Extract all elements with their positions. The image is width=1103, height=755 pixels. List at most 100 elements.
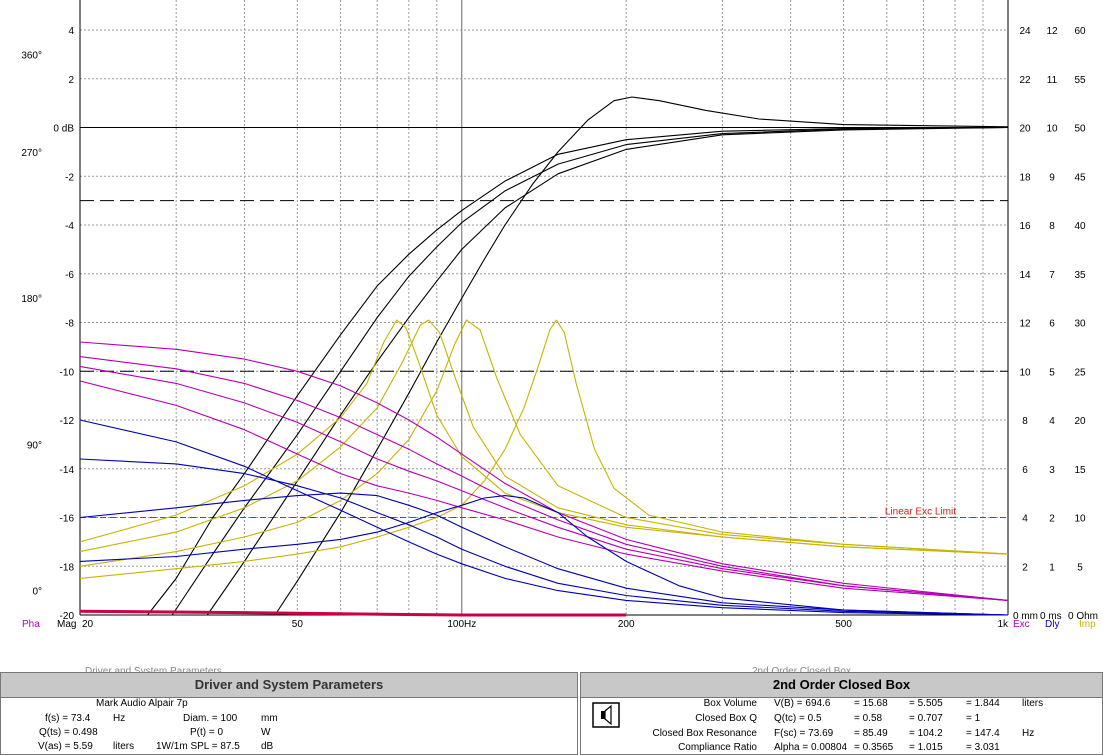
phase-tick-label: 270°: [21, 148, 42, 159]
y-tick-label: -4: [65, 221, 74, 232]
right-tick-label-dly: 11: [1047, 75, 1058, 86]
param-vas: V(as) = 5.59: [38, 741, 93, 752]
imp-label: Imp: [1079, 619, 1096, 630]
y-tick-label: 0 dB: [53, 124, 74, 135]
qtc-v3: = 1: [966, 713, 981, 724]
right-tick-label-dly: 2: [1049, 514, 1055, 525]
driver-model: Mark Audio Alpair 7p: [96, 698, 188, 709]
right-tick-label-imp: 40: [1074, 221, 1086, 232]
param-diam: Diam. = 100: [183, 713, 238, 724]
y-tick-label: 2: [68, 75, 74, 86]
right-tick-label-dly: 7: [1049, 270, 1055, 281]
right-tick-label-exc: 8: [1022, 416, 1028, 427]
unit-spl: dB: [261, 741, 274, 752]
param-pt: P(t) = 0: [190, 727, 224, 738]
right-tick-label-dly: 1: [1049, 562, 1055, 573]
right-tick-label-imp: 10: [1074, 514, 1086, 525]
alpha-v3: = 3.031: [966, 742, 1000, 753]
series-line-8: [79, 341, 1009, 601]
series-line-11: [79, 380, 1009, 601]
y-tick-label: -2: [65, 172, 74, 183]
frequency-response-chart: Linear Exc Limit 4 2 0 dB -2 -4 -6 -8 -10 -12 -14…: [21, 0, 1098, 630]
sym-alpha: Alpha = 0.00804: [774, 742, 848, 753]
right-tick-label-exc: 6: [1022, 465, 1028, 476]
label-compliance-ratio: Compliance Ratio: [678, 742, 757, 753]
series-line-3: [274, 96, 1009, 616]
phase-tick-label: 360°: [21, 50, 42, 61]
right-tick-label-exc: 12: [1019, 319, 1031, 330]
param-fs: f(s) = 73.4: [45, 713, 91, 724]
right-tick-label-exc: 4: [1022, 514, 1028, 525]
vb-v1: = 15.68: [854, 698, 888, 709]
y-tick-label: -16: [60, 514, 75, 525]
right-tick-label-exc: 22: [1019, 75, 1031, 86]
fsc-v3: = 147.4: [966, 728, 1000, 739]
right-tick-label-imp: 35: [1074, 270, 1086, 281]
series-line-7: [79, 319, 1009, 579]
box-panel-title[interactable]: 2nd Order Closed Box: [581, 673, 1102, 698]
y-tick-label: -14: [60, 465, 75, 476]
exc-label: Exc: [1013, 619, 1030, 630]
series-line-13: [79, 458, 1009, 616]
speaker-icon: [591, 701, 621, 729]
alpha-v2: = 1.015: [909, 742, 943, 753]
param-qts: Q(ts) = 0.498: [39, 727, 98, 738]
label-closed-box-resonance: Closed Box Resonance: [652, 728, 757, 739]
grid: [79, 0, 1009, 616]
x-tick-label: 200: [618, 619, 635, 630]
right-tick-label-imp: 60: [1074, 26, 1086, 37]
mag-label: Mag: [57, 619, 76, 630]
series-line-10: [79, 365, 1009, 601]
right-tick-label-dly: 4: [1049, 416, 1055, 427]
y-tick-label: -10: [60, 367, 75, 378]
y-tick-label: 4: [68, 26, 74, 37]
y-tick-label: -6: [65, 270, 74, 281]
right-tick-label-imp: 30: [1074, 319, 1086, 330]
fsc-unit: Hz: [1022, 728, 1035, 739]
y-tick-label: -18: [60, 562, 75, 573]
x-tick-label: 100Hz: [447, 619, 476, 630]
linear-exc-limit-label: Linear Exc Limit: [885, 507, 956, 518]
right-tick-label-imp: 5: [1077, 562, 1083, 573]
axis-labels: 420 dB-2-4-6-8-10-12-14-16-18-20360°270°…: [21, 26, 1098, 630]
unit-diam: mm: [261, 713, 278, 724]
y-tick-label: -8: [65, 319, 74, 330]
label-box-volume: Box Volume: [703, 698, 757, 709]
right-tick-label-dly: 3: [1049, 465, 1055, 476]
vb-v2: = 5.505: [909, 698, 943, 709]
right-tick-label-exc: 16: [1019, 221, 1031, 232]
pha-label: Pha: [22, 619, 40, 630]
right-tick-label-exc: 2: [1022, 562, 1028, 573]
driver-parameters-panel[interactable]: Driver and System Parameters Mark Audio …: [0, 672, 578, 755]
param-spl: 1W/1m SPL = 87.5: [156, 741, 240, 752]
x-tick-label: 1k: [997, 619, 1009, 630]
right-tick-label-exc: 24: [1019, 26, 1031, 37]
right-tick-label-dly: 6: [1049, 319, 1055, 330]
dly-label: Dly: [1045, 619, 1059, 630]
qtc-v2: = 0.707: [909, 713, 943, 724]
right-tick-label-exc: 20: [1019, 124, 1031, 135]
right-tick-label-dly: 10: [1046, 124, 1058, 135]
series-line-6: [79, 319, 1009, 567]
right-tick-label-imp: 20: [1074, 416, 1086, 427]
closed-box-panel[interactable]: 2nd Order Closed Box Box Volume V(B) = 6…: [580, 672, 1103, 755]
fsc-v2: = 104.2: [909, 728, 943, 739]
right-tick-label-dly: 9: [1049, 172, 1055, 183]
right-tick-label-exc: 10: [1019, 367, 1031, 378]
driver-panel-title[interactable]: Driver and System Parameters: [1, 673, 577, 698]
right-tick-label-imp: 45: [1074, 172, 1086, 183]
right-tick-label-imp: 55: [1074, 75, 1086, 86]
vb-unit: liters: [1022, 698, 1044, 709]
right-tick-label-exc: 18: [1019, 172, 1031, 183]
series-line-14: [79, 492, 1009, 616]
sym-vb: V(B) = 694.6: [774, 698, 831, 709]
x-tick-label: 20: [82, 619, 94, 630]
phase-tick-label: 180°: [21, 294, 42, 305]
sym-fsc: F(sc) = 73.69: [774, 728, 834, 739]
sym-qtc: Q(tc) = 0.5: [774, 713, 822, 724]
fsc-v1: = 85.49: [854, 728, 888, 739]
unit-fs: Hz: [113, 713, 126, 724]
label-closed-box-q: Closed Box Q: [695, 713, 757, 724]
unit-vas: liters: [113, 741, 135, 752]
phase-tick-label: 0°: [32, 587, 42, 598]
